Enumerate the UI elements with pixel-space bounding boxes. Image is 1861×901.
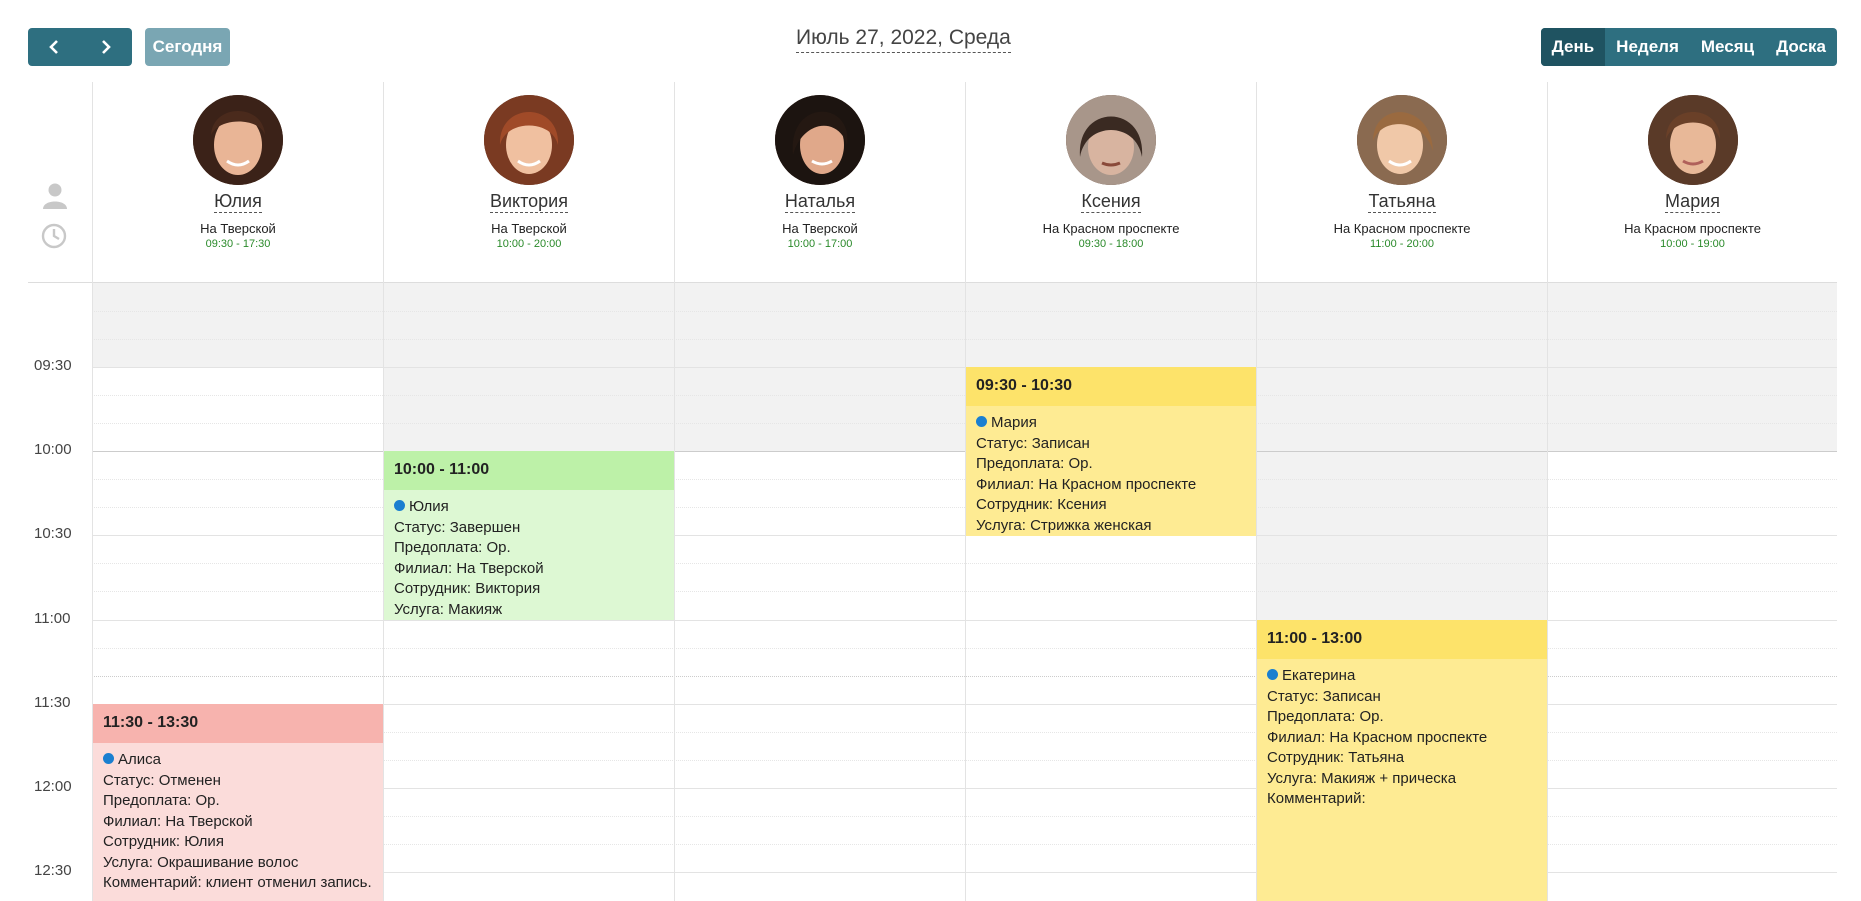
employee-name[interactable]: Виктория	[489, 191, 568, 213]
employee-column-3: Наталья На Тверской 10:00 - 17:00	[674, 82, 965, 283]
appointment-time: 09:30 - 10:30	[966, 367, 1256, 406]
gutter-icons	[28, 82, 92, 283]
appointment-card[interactable]: 09:30 - 10:30 Мария Статус: Записан Пред…	[966, 367, 1256, 536]
view-switcher: День Неделя Месяц Доска	[1540, 28, 1837, 66]
view-day-button[interactable]: День	[1540, 28, 1606, 66]
off-hours-area	[383, 367, 674, 451]
employee-name[interactable]: Мария	[1664, 191, 1721, 213]
appointment-card[interactable]: 11:00 - 13:00 Екатерина Статус: Записан …	[1257, 620, 1547, 901]
date-title[interactable]: Июль 27, 2022, Среда	[796, 26, 1011, 53]
employee-hours: 09:30 - 18:00	[1078, 238, 1144, 250]
appointment-service: Услуга: Стрижка женская	[976, 516, 1152, 534]
avatar	[1647, 95, 1738, 185]
employee-column-5: Татьяна На Красном проспекте 11:00 - 20:…	[1256, 82, 1547, 283]
employee-column-1: Юлия На Тверской 09:30 - 17:30	[92, 82, 383, 283]
appointment-prepay: Предоплата: Ор.	[394, 539, 511, 556]
appointment-employee: Сотрудник: Виктория	[394, 580, 541, 597]
appointment-card[interactable]: 11:30 - 13:30 Алиса Статус: Отменен Пред…	[93, 704, 383, 901]
employee-header: Юлия На Тверской 09:30 - 17:30 Виктория …	[28, 82, 1837, 283]
employee-branch: На Красном проспекте	[1624, 221, 1761, 236]
appointment-branch: Филиал: На Тверской	[103, 812, 253, 830]
employee-branch: На Тверской	[782, 221, 858, 236]
off-hours-area	[674, 367, 965, 451]
time-label: 09:30	[34, 357, 72, 374]
appointment-status: Статус: Записан	[976, 434, 1090, 452]
appointment-time: 11:00 - 13:00	[1257, 620, 1547, 659]
client-dot-icon	[976, 416, 987, 427]
time-label: 12:00	[34, 778, 72, 795]
appointment-client: Юлия	[394, 497, 664, 518]
employee-name[interactable]: Юлия	[214, 191, 262, 213]
employee-name[interactable]: Наталья	[784, 191, 856, 213]
appointment-service: Услуга: Макияж	[394, 600, 503, 618]
employee-hours: 10:00 - 20:00	[496, 238, 562, 250]
avatar	[775, 95, 865, 185]
nav-button-group	[28, 28, 132, 66]
day-column[interactable]	[674, 283, 675, 901]
appointment-employee: Сотрудник: Юлия	[103, 833, 224, 850]
off-hours-area	[1256, 367, 1547, 620]
chevron-right-icon	[102, 40, 111, 54]
employee-name[interactable]: Ксения	[1081, 191, 1141, 213]
employee-name[interactable]: Татьяна	[1368, 191, 1436, 213]
employee-hours: 11:00 - 20:00	[1369, 238, 1434, 250]
avatar	[1066, 95, 1156, 185]
time-label: 11:30	[34, 694, 71, 711]
avatar	[484, 95, 574, 185]
appointment-branch: Филиал: На Тверской	[394, 559, 544, 577]
appointment-client: Мария	[976, 413, 1246, 434]
appointment-status: Статус: Отменен	[103, 771, 221, 789]
appointment-employee: Сотрудник: Ксения	[976, 496, 1107, 513]
appointment-employee: Сотрудник: Татьяна	[1267, 749, 1405, 766]
employee-column-2: Виктория На Тверской 10:00 - 20:00	[383, 82, 674, 283]
appointment-branch: Филиал: На Красном проспекте	[1267, 728, 1488, 746]
appointment-prepay: Предоплата: Ор.	[103, 792, 220, 809]
appointment-branch: Филиал: На Красном проспекте	[976, 475, 1197, 493]
day-column[interactable]	[1547, 283, 1548, 901]
client-dot-icon	[394, 500, 405, 511]
avatar	[193, 95, 283, 185]
appointment-status: Статус: Записан	[1267, 687, 1381, 705]
view-week-button[interactable]: Неделя	[1605, 28, 1690, 66]
avatar	[1357, 95, 1447, 185]
employee-column-4: Ксения На Красном проспекте 09:30 - 18:0…	[965, 82, 1256, 283]
view-month-button[interactable]: Месяц	[1690, 28, 1765, 66]
appointment-comment: Комментарий: клиент отменил запись.	[103, 874, 372, 891]
appointment-client: Екатерина	[1267, 666, 1537, 687]
prev-day-button[interactable]	[28, 28, 80, 66]
time-label: 10:00	[34, 441, 72, 458]
employee-branch: На Тверской	[491, 221, 567, 236]
employee-branch: На Тверской	[200, 221, 276, 236]
appointment-status: Статус: Завершен	[394, 518, 521, 536]
person-icon	[43, 183, 67, 209]
appointment-time: 11:30 - 13:30	[93, 704, 383, 743]
appointment-comment: Комментарий:	[1267, 790, 1366, 807]
schedule-grid: 09:30 10:00 10:30 11:00 11:30 12:00 12:3…	[28, 283, 1837, 901]
time-label: 12:30	[34, 862, 72, 879]
client-dot-icon	[1267, 669, 1278, 680]
appointment-prepay: Предоплата: Ор.	[976, 455, 1093, 472]
employee-branch: На Красном проспекте	[1042, 221, 1180, 236]
view-board-button[interactable]: Доска	[1765, 28, 1837, 66]
time-label: 10:30	[34, 525, 72, 542]
client-dot-icon	[103, 753, 114, 764]
clock-icon	[41, 223, 67, 249]
off-hours-area	[1547, 367, 1837, 451]
employee-branch: На Красном проспекте	[1333, 221, 1471, 236]
employee-column-6: Мария На Красном проспекте 10:00 - 19:00	[1547, 82, 1837, 283]
employee-hours: 10:00 - 19:00	[1660, 238, 1725, 250]
appointment-time: 10:00 - 11:00	[384, 451, 674, 490]
today-button[interactable]: Сегодня	[145, 28, 230, 66]
appointment-prepay: Предоплата: Ор.	[1267, 708, 1384, 725]
appointment-service: Услуга: Окрашивание волос	[103, 853, 299, 871]
appointment-client: Алиса	[103, 750, 373, 771]
appointment-service: Услуга: Макияж + прическа	[1267, 769, 1457, 787]
chevron-left-icon	[49, 40, 58, 54]
time-label: 11:00	[34, 610, 71, 627]
employee-hours: 09:30 - 17:30	[205, 238, 271, 250]
appointment-card[interactable]: 10:00 - 11:00 Юлия Статус: Завершен Пред…	[384, 451, 674, 620]
next-day-button[interactable]	[80, 28, 132, 66]
employee-hours: 10:00 - 17:00	[787, 238, 853, 250]
